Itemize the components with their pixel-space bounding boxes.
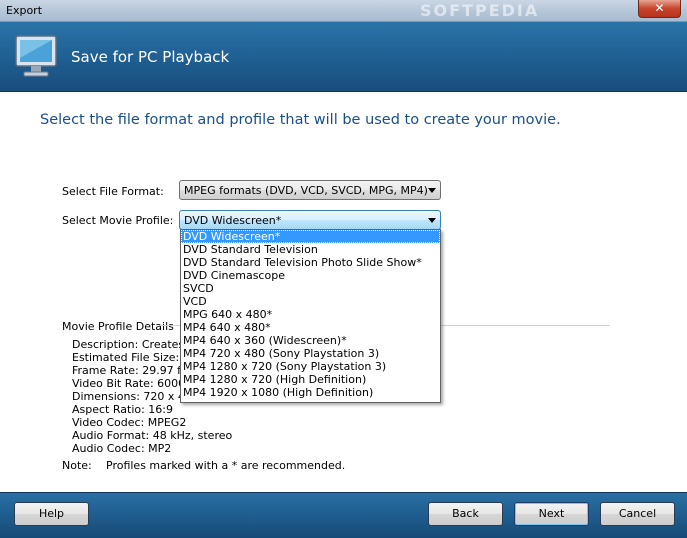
dropdown-option[interactable]: MPG 640 x 480* (181, 308, 440, 321)
wizard-body: Select the file format and profile that … (0, 92, 687, 492)
watermark: SOFTPEDIA (420, 1, 540, 20)
note-label: Note: (62, 459, 92, 472)
dropdown-option[interactable]: VCD (181, 295, 440, 308)
file-format-select[interactable]: MPEG formats (DVD, VCD, SVCD, MPG, MP4) (179, 180, 441, 200)
details-group-label: Movie Profile Details (62, 320, 174, 333)
wizard-footer: Help Back Next Cancel (0, 492, 687, 538)
page-subtitle: Select the file format and profile that … (40, 112, 561, 128)
title-bar: Export SOFTPEDIA ✕ (0, 0, 687, 22)
dropdown-option[interactable]: DVD Standard Television (181, 243, 440, 256)
movie-profile-dropdown-list[interactable]: DVD Widescreen* DVD Standard Television … (180, 229, 441, 403)
note-text: Profiles marked with a * are recommended… (106, 459, 346, 472)
dropdown-option[interactable]: SVCD (181, 282, 440, 295)
file-format-value: MPEG formats (DVD, VCD, SVCD, MPG, MP4) (184, 184, 428, 197)
movie-profile-select[interactable]: DVD Widescreen* (179, 210, 441, 230)
movie-profile-label: Select Movie Profile: (62, 214, 174, 227)
help-button[interactable]: Help (14, 502, 89, 526)
back-button[interactable]: Back (428, 502, 503, 526)
file-format-label: Select File Format: (62, 185, 164, 198)
dropdown-option[interactable]: DVD Standard Television Photo Slide Show… (181, 256, 440, 269)
close-button[interactable]: ✕ (638, 0, 681, 18)
dropdown-option[interactable]: MP4 640 x 480* (181, 321, 440, 334)
dropdown-option[interactable]: MP4 1920 x 1080 (High Definition) (181, 386, 440, 399)
note: Note: Profiles marked with a * are recomm… (62, 459, 345, 472)
window-title: Export (6, 4, 43, 17)
chevron-down-icon (428, 218, 436, 223)
next-button[interactable]: Next (514, 502, 589, 526)
dropdown-option[interactable]: DVD Widescreen* (181, 230, 440, 243)
dropdown-option[interactable]: MP4 640 x 360 (Widescreen)* (181, 334, 440, 347)
dropdown-option[interactable]: MP4 720 x 480 (Sony Playstation 3) (181, 347, 440, 360)
detail-row: Video Codec: MPEG2 (72, 416, 187, 429)
chevron-down-icon (428, 188, 436, 193)
dropdown-option[interactable]: MP4 1280 x 720 (High Definition) (181, 373, 440, 386)
detail-row: Aspect Ratio: 16:9 (72, 403, 174, 416)
wizard-header: Save for PC Playback (0, 22, 687, 92)
dropdown-option[interactable]: DVD Cinemascope (181, 269, 440, 282)
detail-row: Audio Codec: MP2 (72, 442, 172, 455)
detail-row: Audio Format: 48 kHz, stereo (72, 429, 233, 442)
cancel-button[interactable]: Cancel (600, 502, 675, 526)
monitor-icon (15, 35, 57, 77)
header-title: Save for PC Playback (71, 48, 230, 66)
dropdown-option[interactable]: MP4 1280 x 720 (Sony Playstation 3) (181, 360, 440, 373)
movie-profile-value: DVD Widescreen* (184, 214, 282, 227)
